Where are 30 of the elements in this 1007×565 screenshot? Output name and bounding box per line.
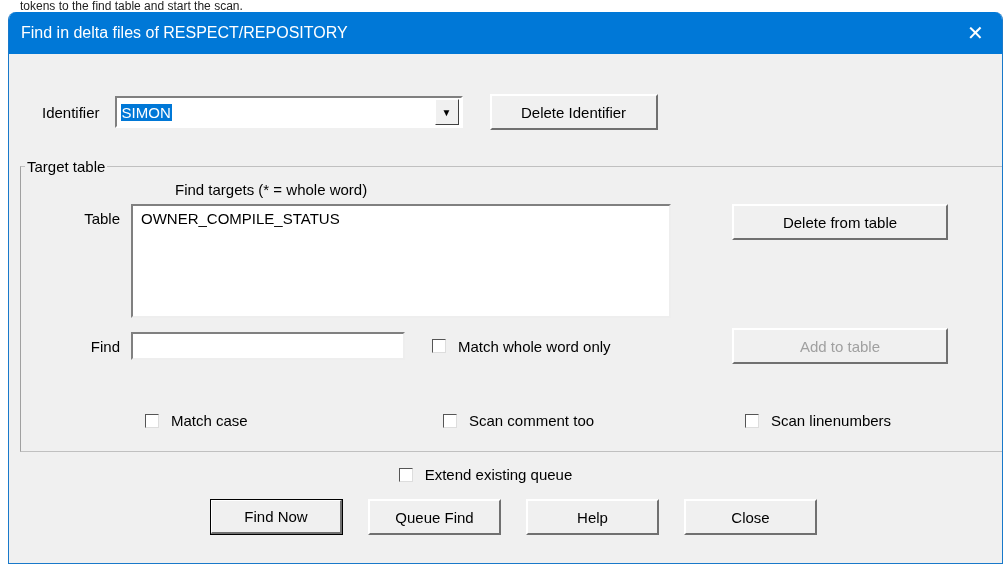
find-label: Find <box>89 337 121 355</box>
option-label: Match case <box>171 412 248 429</box>
targets-list[interactable]: OWNER_COMPILE_STATUS <box>131 204 671 318</box>
find-input[interactable] <box>131 332 405 360</box>
checkbox[interactable] <box>432 339 446 353</box>
table-label: Table <box>83 209 121 227</box>
checkbox[interactable] <box>443 413 457 428</box>
match-whole-word-label: Match whole word only <box>458 337 611 355</box>
checkbox[interactable] <box>398 467 413 482</box>
close-button[interactable]: ✕ <box>961 21 990 45</box>
find-targets-caption: Find targets (* = whole word) <box>175 181 369 198</box>
background-text: tokens to the find table and start the scan. <box>19 0 244 12</box>
checkbox[interactable] <box>745 413 759 428</box>
dialog-button[interactable]: Queue Find <box>368 499 501 535</box>
option-label: Scan linenumbers <box>771 412 892 429</box>
identifier-label: Identifier <box>42 103 100 121</box>
option-label: Scan comment too <box>469 412 595 429</box>
dialog-button[interactable]: Help <box>526 499 659 535</box>
identifier-combo[interactable]: SIMON ▼ <box>114 96 463 128</box>
list-item[interactable]: OWNER_COMPILE_STATUS <box>141 210 661 227</box>
identifier-value: SIMON <box>120 103 172 121</box>
group-legend: Target table <box>25 158 108 175</box>
dialog-button[interactable]: Find Now <box>210 499 343 535</box>
delete-from-table-button[interactable]: Delete from table <box>732 204 948 240</box>
extend-queue-label: Extend existing queue <box>424 466 573 483</box>
window-title: Find in delta files of RESPECT/REPOSITORY <box>21 24 348 42</box>
dialog-button[interactable]: Close <box>684 499 817 535</box>
dropdown-button[interactable]: ▼ <box>434 99 459 125</box>
delete-identifier-button[interactable]: Delete Identifier <box>489 94 658 130</box>
checkbox[interactable] <box>145 413 159 428</box>
